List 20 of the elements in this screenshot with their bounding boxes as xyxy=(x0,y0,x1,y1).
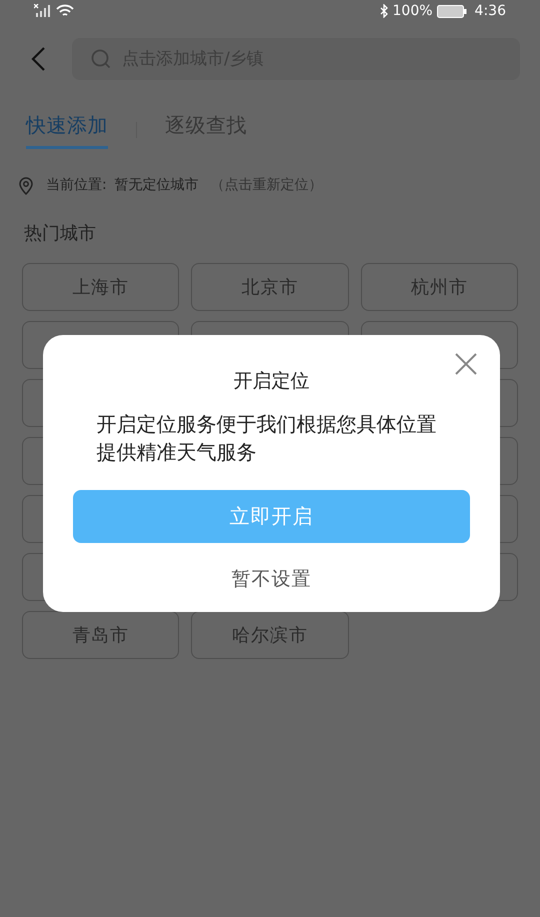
wifi-icon xyxy=(56,4,74,18)
city-button[interactable]: 北京市 xyxy=(191,263,349,311)
dialog-message: 开启定位服务便于我们根据您具体位置提供精准天气服务 xyxy=(96,410,438,466)
close-icon[interactable] xyxy=(454,352,478,376)
location-label: 当前位置: xyxy=(46,176,107,195)
section-title: 热门城市 xyxy=(23,222,97,246)
dialog-title: 开启定位 xyxy=(234,369,310,394)
bluetooth-icon xyxy=(378,4,389,18)
location-value: 暂无定位城市 xyxy=(114,176,199,195)
battery-percent: 100% xyxy=(392,2,433,20)
city-button[interactable]: 杭州市 xyxy=(360,263,518,311)
clock: 4:36 xyxy=(474,2,506,20)
tab[interactable]: 快速添加 xyxy=(26,110,108,149)
search-icon xyxy=(90,48,112,70)
skip-button[interactable]: 暂不设置 xyxy=(232,564,312,593)
enable-button[interactable]: 立即开启 xyxy=(73,490,470,542)
location-pin-icon xyxy=(18,176,34,194)
signal-icon xyxy=(34,4,52,18)
city-button[interactable]: 上海市 xyxy=(22,263,180,311)
battery-icon xyxy=(436,4,467,18)
